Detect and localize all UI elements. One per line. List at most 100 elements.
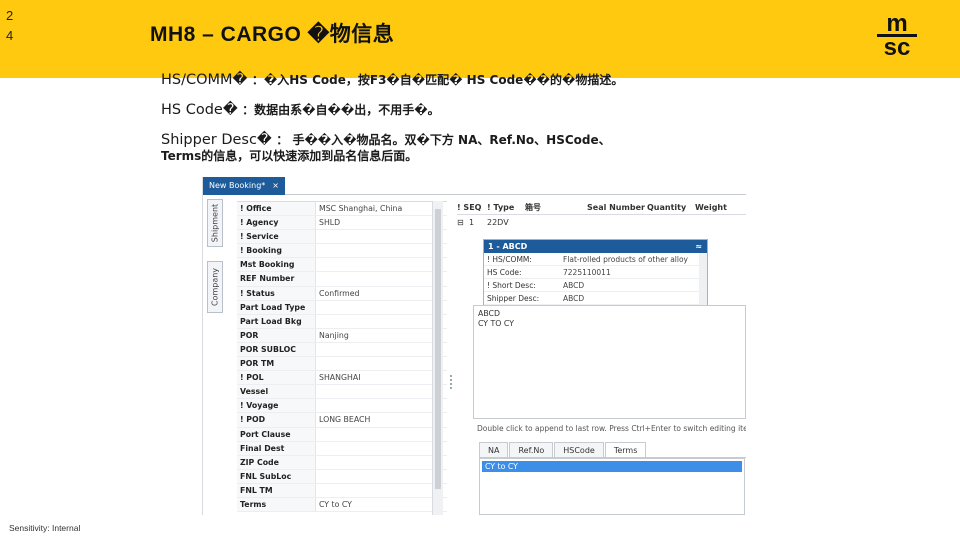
desc-line: CY TO CY: [478, 318, 514, 328]
field-label: ! POL: [237, 371, 316, 385]
field-value[interactable]: [316, 315, 433, 328]
table-row[interactable]: ⊟ 1 22DV: [457, 216, 746, 230]
detail-header-label: 1 - ABCD: [488, 242, 528, 251]
bullet-hs-code: HS Code� ：数据由系�自��出，不用手�。: [161, 100, 921, 120]
field-row[interactable]: FNL SubLoc: [237, 469, 447, 484]
field-row[interactable]: ! POL SHANGHAI: [237, 371, 447, 386]
append-source-tabs: NA Ref.No HSCode Terms: [479, 442, 746, 458]
sensitivity-label: Sensitivity: Internal: [9, 523, 81, 533]
field-value[interactable]: SHANGHAI: [316, 371, 433, 384]
column-header-weight[interactable]: Weight: [695, 201, 735, 214]
field-value[interactable]: [316, 470, 433, 483]
logo-text-bottom: sc: [883, 34, 911, 61]
field-row[interactable]: Part Load Type: [237, 300, 447, 315]
field-value[interactable]: MSC Shanghai, China: [316, 202, 433, 215]
collapse-icon[interactable]: ≈: [695, 240, 702, 253]
cell-type[interactable]: 22DV: [487, 216, 525, 230]
field-row[interactable]: POR SUBLOC: [237, 342, 447, 358]
field-row[interactable]: ZIP Code: [237, 455, 447, 470]
field-row[interactable]: Port Clause: [237, 427, 447, 442]
cargo-table-header: ! SEQ ! Type 箱号 Seal Number Quantity Wei…: [457, 201, 746, 215]
column-header-container-no[interactable]: 箱号: [525, 201, 587, 214]
field-row[interactable]: POR Nanjing: [237, 328, 447, 343]
field-value[interactable]: [316, 399, 433, 412]
detail-value[interactable]: Flat-rolled products of other alloy st..…: [560, 253, 690, 265]
field-row[interactable]: ! POD LONG BEACH: [237, 413, 447, 428]
field-row[interactable]: REF Number: [237, 272, 447, 287]
field-value[interactable]: [316, 442, 433, 455]
tab-terms[interactable]: Terms: [604, 442, 647, 457]
detail-header[interactable]: 1 - ABCD ≈: [484, 240, 707, 253]
tab-new-booking[interactable]: New Booking* ×: [203, 177, 285, 195]
field-value[interactable]: [316, 343, 433, 356]
field-value[interactable]: [316, 258, 433, 271]
fields-scrollbar[interactable]: [432, 201, 443, 515]
field-value[interactable]: SHLD: [316, 216, 433, 229]
bullet-shipper-desc: Shipper Desc� ： 手��入�物品名。双�下方 NA、Ref.No、…: [161, 130, 921, 164]
detail-row: HS Code: 7225110011: [484, 266, 707, 279]
booking-fields-grid: ! Office MSC Shanghai, China ! Agency SHLD…: [237, 201, 447, 515]
field-row[interactable]: Part Load Bkg: [237, 314, 447, 329]
panel-splitter[interactable]: [450, 375, 454, 389]
bullet-label: Shipper Desc�: [161, 132, 272, 148]
detail-value[interactable]: ABCD: [560, 292, 690, 304]
tab-shipment[interactable]: Shipment: [207, 199, 223, 247]
detail-scrollbar[interactable]: [699, 253, 707, 307]
field-row[interactable]: ! Status Confirmed: [237, 286, 447, 301]
field-label: ! Voyage: [237, 399, 316, 413]
column-header-quantity[interactable]: Quantity: [647, 201, 695, 214]
field-row[interactable]: Vessel: [237, 385, 447, 400]
column-header-seal-number[interactable]: Seal Number: [587, 201, 647, 214]
field-value[interactable]: [316, 301, 433, 314]
tab-shipment-label: Shipment: [210, 203, 220, 243]
tab-company[interactable]: Company: [207, 261, 223, 313]
vertical-tabs: Shipment Company: [205, 199, 225, 469]
tab-na[interactable]: NA: [479, 442, 509, 457]
field-row[interactable]: ! Office MSC Shanghai, China: [237, 202, 447, 217]
field-row[interactable]: POR TM: [237, 357, 447, 372]
field-label: ! Status: [237, 286, 316, 300]
field-row[interactable]: Final Dest: [237, 441, 447, 456]
field-value[interactable]: [316, 484, 433, 497]
field-value[interactable]: Nanjing: [316, 329, 433, 342]
column-header-type[interactable]: ! Type: [487, 201, 525, 214]
field-label: Vessel: [237, 385, 316, 399]
bullet-text: ：�入HS Code，按F3�自�匹配� HS Code��的�物描述。: [251, 73, 624, 87]
detail-row: ! Short Desc: ABCD: [484, 279, 707, 292]
detail-value[interactable]: 7225110011: [560, 266, 690, 278]
field-value[interactable]: [316, 244, 433, 257]
field-row[interactable]: FNL TM: [237, 483, 447, 498]
list-item[interactable]: CY to CY: [482, 461, 742, 472]
field-row[interactable]: ! Agency SHLD: [237, 216, 447, 231]
tab-ref-no[interactable]: Ref.No: [509, 442, 554, 457]
close-icon[interactable]: ×: [272, 177, 279, 195]
field-value[interactable]: [316, 357, 433, 370]
page-number-line-1: 2: [6, 8, 14, 23]
cargo-detail-panel: 1 - ABCD ≈ ! HS/COMM: Flat-rolled product…: [483, 239, 708, 307]
field-value[interactable]: [316, 456, 433, 469]
field-row[interactable]: ! Voyage: [237, 399, 447, 414]
shipper-desc-textarea[interactable]: ABCD CY TO CY: [473, 305, 746, 419]
field-row[interactable]: ! Service: [237, 230, 447, 245]
field-value[interactable]: Confirmed: [316, 287, 433, 300]
field-row[interactable]: Mst Booking: [237, 258, 447, 273]
field-value[interactable]: [316, 385, 433, 398]
detail-value[interactable]: ABCD: [560, 279, 690, 291]
field-row[interactable]: Terms CY to CY: [237, 497, 447, 513]
field-value[interactable]: [316, 272, 433, 285]
scrollbar-thumb[interactable]: [435, 209, 441, 489]
field-value[interactable]: CY to CY: [316, 498, 433, 511]
cell-seq: 1: [469, 218, 475, 227]
field-label: REF Number: [237, 272, 316, 286]
column-header-seq[interactable]: ! SEQ: [457, 201, 487, 214]
field-row[interactable]: ! Booking: [237, 244, 447, 259]
detail-row: ! HS/COMM: Flat-rolled products of other …: [484, 253, 707, 266]
field-label: Final Dest: [237, 441, 316, 455]
bullet-continuation: Terms的信息，可以快速添加到品名信息后面。: [161, 149, 418, 163]
field-value[interactable]: [316, 230, 433, 243]
field-label: ! Agency: [237, 216, 316, 230]
field-value[interactable]: [316, 428, 433, 441]
expand-icon[interactable]: ⊟: [457, 216, 469, 230]
field-value[interactable]: LONG BEACH: [316, 413, 433, 426]
tab-hscode[interactable]: HSCode: [554, 442, 604, 457]
